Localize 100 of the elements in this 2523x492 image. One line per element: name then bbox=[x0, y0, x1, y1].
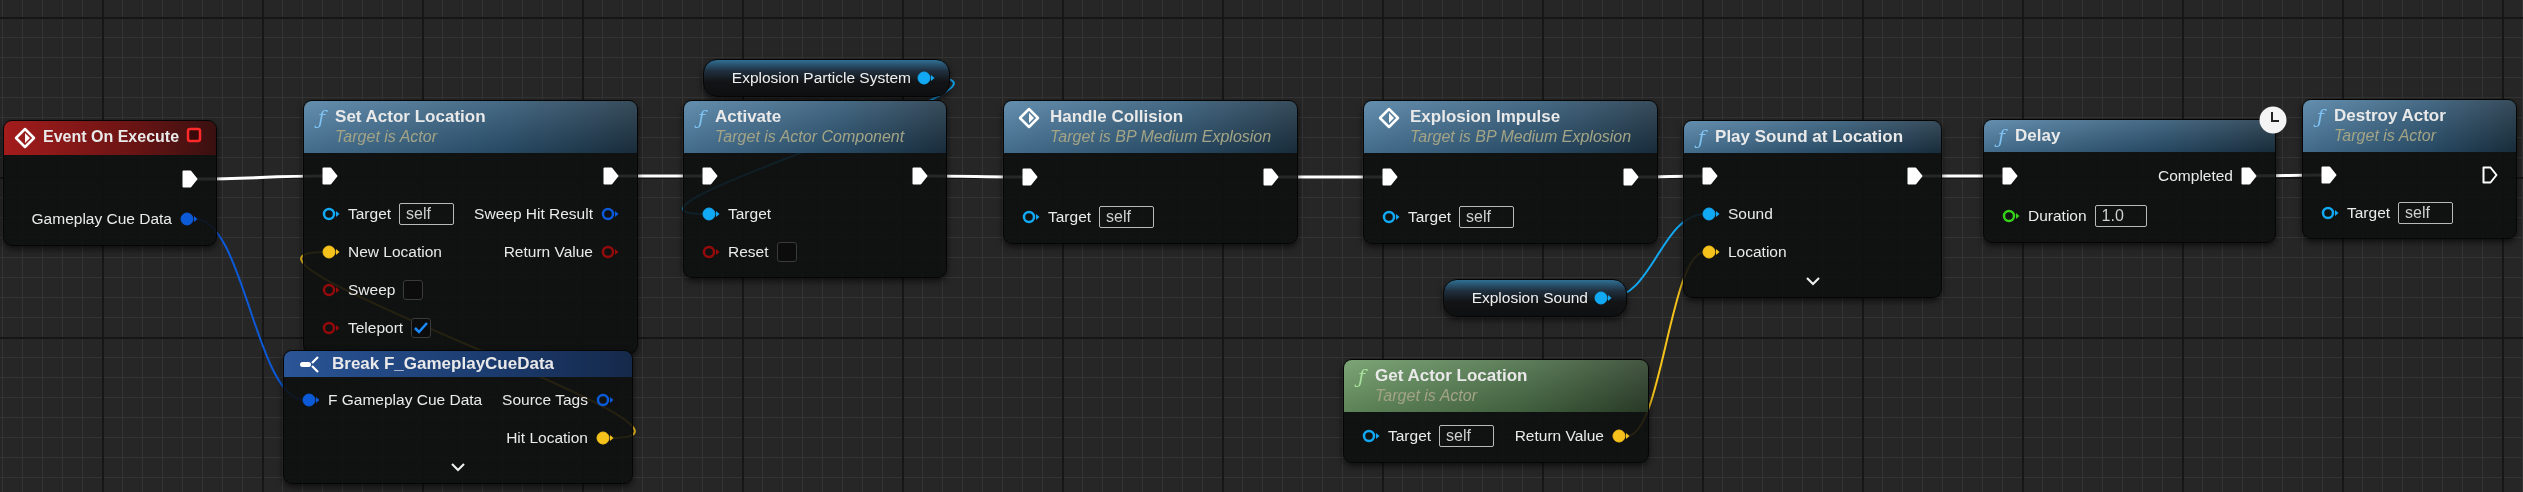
exec-pin-icon[interactable] bbox=[2321, 166, 2337, 184]
pin-label: Target bbox=[348, 205, 392, 223]
exec-pin-icon[interactable] bbox=[2482, 166, 2498, 184]
value-field[interactable]: self bbox=[1459, 206, 1514, 228]
data-pin-icon[interactable] bbox=[1594, 291, 1612, 305]
data-pin-icon[interactable] bbox=[1022, 210, 1040, 224]
data-pin-icon[interactable] bbox=[2002, 209, 2020, 223]
data-pin-icon[interactable] bbox=[1382, 210, 1400, 224]
pin-label: Source Tags bbox=[502, 391, 588, 409]
data-pin-icon[interactable] bbox=[1702, 245, 1720, 259]
pin-label: Duration bbox=[2028, 207, 2087, 225]
exec-pin-icon[interactable] bbox=[2241, 167, 2257, 185]
blueprint-node[interactable]: ƒ Set Actor Location Target is Actor Target self Sweep Hit Result New Location Return Value Sweep Teleport bbox=[303, 100, 638, 354]
pin-label: New Location bbox=[348, 243, 442, 261]
value-field[interactable]: self bbox=[399, 203, 454, 225]
data-pin-icon[interactable] bbox=[702, 207, 720, 221]
data-pin-icon[interactable] bbox=[1612, 429, 1630, 443]
pin-label: Target bbox=[1388, 427, 1432, 445]
pin-label: Sweep bbox=[348, 281, 396, 299]
blueprint-node[interactable]: Explosion Impulse Target is BP Medium Explosion Target self bbox=[1363, 100, 1658, 244]
pin-label: Sound bbox=[1728, 205, 1773, 223]
exec-pin-icon[interactable] bbox=[1623, 168, 1639, 186]
value-field[interactable]: self bbox=[2398, 202, 2453, 224]
value-field[interactable]: self bbox=[1439, 425, 1494, 447]
exec-pin-icon[interactable] bbox=[1907, 167, 1923, 185]
data-pin-icon[interactable] bbox=[1702, 207, 1720, 221]
variable-node[interactable]: Explosion Particle System bbox=[703, 59, 950, 97]
node-header[interactable]: ƒ Destroy Actor Target is Actor bbox=[2303, 100, 2516, 152]
pin-label: Target bbox=[1048, 208, 1092, 226]
blueprint-node[interactable]: ƒ Delay Completed Duration 1.0 bbox=[1983, 119, 2276, 243]
node-header[interactable]: Explosion Impulse Target is BP Medium Explosion bbox=[1364, 101, 1657, 153]
checkbox[interactable] bbox=[776, 242, 797, 262]
node-header[interactable]: Event On Execute bbox=[4, 121, 216, 155]
pin-label: Gameplay Cue Data bbox=[31, 210, 172, 228]
data-pin-icon[interactable] bbox=[1362, 429, 1380, 443]
node-title: Event On Execute bbox=[43, 127, 180, 147]
node-subtitle: Target is Actor bbox=[1375, 386, 1479, 406]
exec-pin-icon[interactable] bbox=[322, 167, 338, 185]
exec-pin-icon[interactable] bbox=[182, 170, 198, 188]
pin-label: Sweep Hit Result bbox=[474, 205, 593, 223]
node-header[interactable]: ƒ Activate Target is Actor Component bbox=[684, 101, 946, 153]
checkbox[interactable] bbox=[411, 318, 432, 338]
data-pin-icon[interactable] bbox=[2321, 206, 2339, 220]
node-subtitle: Target is Actor bbox=[2334, 126, 2438, 146]
pin-label: Completed bbox=[2158, 167, 2233, 185]
exec-pin-icon[interactable] bbox=[2002, 167, 2018, 185]
node-title: Activate bbox=[715, 107, 783, 127]
variable-node[interactable]: Explosion Sound bbox=[1443, 279, 1627, 317]
blueprint-node[interactable]: ƒ Play Sound at Location Sound Location bbox=[1683, 120, 1942, 298]
pin-label: F Gameplay Cue Data bbox=[328, 391, 483, 409]
blueprint-node[interactable]: Event On Execute Gameplay Cue Data bbox=[3, 120, 217, 246]
blueprint-node[interactable]: Handle Collision Target is BP Medium Explosion Target self bbox=[1003, 100, 1298, 244]
chevron-icon[interactable] bbox=[1804, 276, 1821, 286]
exec-pin-icon[interactable] bbox=[1263, 168, 1279, 186]
pin-label: Return Value bbox=[1514, 427, 1604, 445]
node-header[interactable]: ƒ Set Actor Location Target is Actor bbox=[304, 101, 637, 153]
node-title: Break F_GameplayCueData bbox=[332, 354, 555, 374]
value-field[interactable]: self bbox=[1099, 206, 1154, 228]
exec-pin-icon[interactable] bbox=[603, 167, 619, 185]
data-pin-icon[interactable] bbox=[596, 431, 614, 445]
diamond-icon bbox=[1018, 107, 1040, 129]
data-pin-icon[interactable] bbox=[917, 71, 935, 85]
node-header[interactable]: ƒ Play Sound at Location bbox=[1684, 121, 1941, 153]
diamond-icon bbox=[1378, 107, 1400, 129]
node-title: Delay bbox=[2015, 126, 2061, 146]
node-title: Get Actor Location bbox=[1375, 366, 1528, 386]
node-header[interactable]: ƒ Delay bbox=[1984, 120, 2275, 152]
exec-pin-icon[interactable] bbox=[912, 167, 928, 185]
pin-label: Location bbox=[1728, 243, 1787, 261]
diamond-icon bbox=[14, 127, 36, 149]
exec-pin-icon[interactable] bbox=[1382, 168, 1398, 186]
pin-label: Return Value bbox=[503, 243, 593, 261]
chevron-icon[interactable] bbox=[450, 462, 466, 472]
node-title: Set Actor Location bbox=[335, 107, 486, 127]
variable-label: Explosion Particle System bbox=[731, 69, 911, 87]
pin-label: Target bbox=[1408, 208, 1452, 226]
blueprint-node[interactable]: ƒ Get Actor Location Target is Actor Target self Return Value bbox=[1343, 359, 1649, 463]
pin-label: Hit Location bbox=[506, 429, 588, 447]
pin-label: Target bbox=[728, 205, 772, 223]
pin-label: Target bbox=[2347, 204, 2391, 222]
pin-label: Reset bbox=[728, 243, 769, 261]
node-title: Handle Collision bbox=[1050, 107, 1185, 127]
value-field[interactable]: 1.0 bbox=[2094, 205, 2147, 227]
exec-pin-icon[interactable] bbox=[1702, 167, 1718, 185]
blueprint-node[interactable]: Break F_GameplayCueData F Gameplay Cue Data Source Tags Hit Location bbox=[283, 350, 633, 484]
node-header[interactable]: Break F_GameplayCueData bbox=[284, 351, 632, 377]
node-title: Destroy Actor bbox=[2334, 106, 2446, 126]
data-pin-icon[interactable] bbox=[322, 245, 340, 259]
blueprint-node[interactable]: ƒ Destroy Actor Target is Actor Target self bbox=[2302, 99, 2517, 239]
node-header[interactable]: Handle Collision Target is BP Medium Explosion bbox=[1004, 101, 1297, 153]
pin-label: Teleport bbox=[348, 319, 404, 337]
data-pin-icon[interactable] bbox=[322, 207, 340, 221]
node-subtitle: Target is BP Medium Explosion bbox=[1050, 127, 1272, 147]
delegate-pin-icon[interactable] bbox=[186, 127, 203, 143]
exec-pin-icon[interactable] bbox=[702, 167, 718, 185]
blueprint-node[interactable]: ƒ Activate Target is Actor Component Target Reset bbox=[683, 100, 947, 278]
checkbox[interactable] bbox=[403, 280, 424, 300]
exec-pin-icon[interactable] bbox=[1022, 168, 1038, 186]
clock-icon bbox=[2258, 105, 2288, 135]
variable-label: Explosion Sound bbox=[1471, 289, 1588, 307]
